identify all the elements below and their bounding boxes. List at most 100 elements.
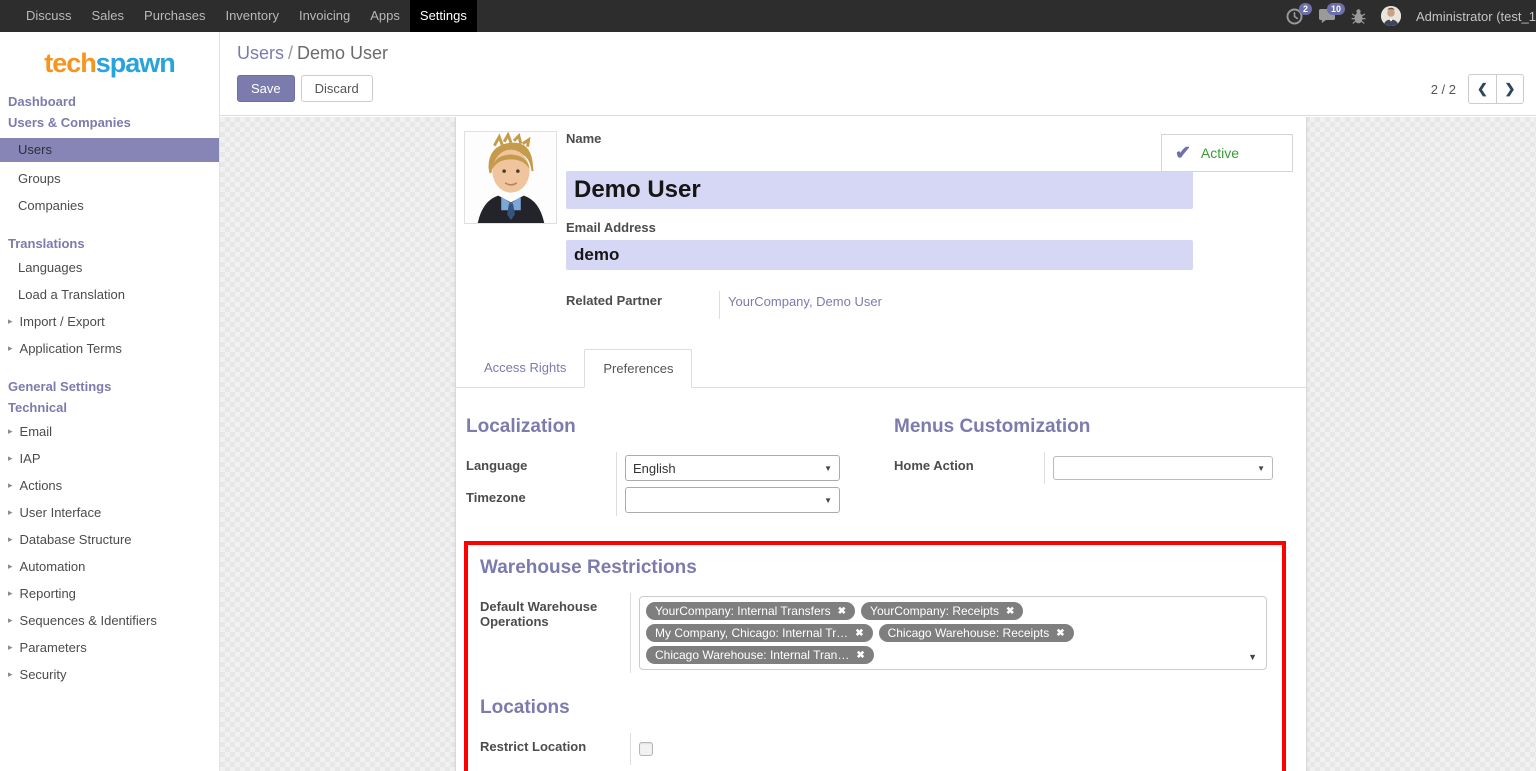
user-avatar[interactable] [1381, 6, 1401, 26]
nav-item-discuss[interactable]: Discuss [16, 0, 82, 32]
remove-tag-icon[interactable]: ✖ [855, 628, 863, 639]
remove-tag-icon[interactable]: ✖ [856, 650, 864, 661]
settings-sidebar: techspawn Dashboard Users & Companies Us… [0, 32, 220, 771]
user-menu[interactable]: Administrator (test_11 [1416, 9, 1536, 24]
remove-tag-icon[interactable]: ✖ [1056, 628, 1064, 639]
breadcrumb-current: Demo User [297, 43, 388, 63]
name-input[interactable]: Demo User [566, 171, 1193, 209]
remove-tag-icon[interactable]: ✖ [838, 606, 846, 617]
sidebar-item-parameters[interactable]: ▸Parameters [0, 634, 219, 661]
default-warehouse-operations-label: Default Warehouse Operations [480, 593, 630, 673]
language-select[interactable]: English ▼ [625, 455, 840, 481]
sidebar-item-general-settings[interactable]: General Settings [0, 376, 219, 397]
sidebar-item-import-export[interactable]: ▸Import / Export [0, 308, 219, 335]
bug-icon[interactable] [1351, 8, 1366, 25]
localization-section: Localization Language English ▼ Timezone [466, 416, 868, 516]
locations-title: Locations [480, 697, 1270, 719]
nav-item-apps[interactable]: Apps [360, 0, 410, 32]
sidebar-item-actions[interactable]: ▸Actions [0, 472, 219, 499]
warehouse-restrictions-title: Warehouse Restrictions [480, 557, 1270, 579]
language-row: Language English ▼ [466, 452, 868, 484]
sidebar-item-companies[interactable]: Companies [0, 192, 219, 219]
warehouse-tag: My Company, Chicago: Internal Tr…✖ [646, 624, 873, 642]
logo-text-spawn: spawn [96, 48, 175, 78]
sidebar-item-database-structure[interactable]: ▸Database Structure [0, 526, 219, 553]
timezone-select[interactable]: ▼ [625, 487, 840, 513]
remove-tag-icon[interactable]: ✖ [1006, 606, 1014, 617]
sidebar-item-email[interactable]: ▸ Email [0, 418, 219, 445]
chevron-down-icon[interactable]: ▼ [1248, 652, 1257, 662]
form-buttons: Save Discard [237, 75, 373, 102]
restrict-location-checkbox[interactable] [639, 742, 653, 756]
menus-customization-title: Menus Customization [894, 416, 1296, 438]
sidebar-item-label: Email [20, 424, 53, 439]
company-logo[interactable]: techspawn [0, 32, 219, 91]
sidebar-item-users-companies[interactable]: Users & Companies [0, 112, 219, 133]
chevron-right-icon: ▸ [8, 642, 13, 653]
sidebar-item-translations[interactable]: Translations [0, 233, 219, 254]
sidebar-item-iap[interactable]: ▸ IAP [0, 445, 219, 472]
messages-bubble-icon[interactable]: 10 [1318, 8, 1336, 24]
active-toggle[interactable]: ✔ Active [1161, 134, 1293, 172]
sidebar-item-users[interactable]: Users [0, 138, 219, 162]
sidebar-item-application-terms[interactable]: ▸ Application Terms [0, 335, 219, 362]
sidebar-item-label: Application Terms [20, 341, 122, 356]
user-form-sheet: ✔ Active Name Demo User Email Address de… [455, 117, 1307, 771]
default-warehouse-operations-row: Default Warehouse Operations YourCompany… [480, 593, 1270, 673]
sidebar-item-dashboard[interactable]: Dashboard [0, 91, 219, 112]
chevron-down-icon: ▼ [824, 496, 832, 505]
warehouse-restrictions-section: Warehouse Restrictions Default Warehouse… [480, 557, 1270, 673]
tab-preferences[interactable]: Preferences [584, 349, 692, 388]
save-button[interactable]: Save [237, 75, 295, 102]
chevron-right-icon: ▸ [8, 561, 13, 572]
activity-count-badge: 2 [1299, 3, 1312, 15]
highlight-red-box: Warehouse Restrictions Default Warehouse… [464, 541, 1286, 771]
timezone-label: Timezone [466, 484, 616, 516]
email-input[interactable]: demo [566, 240, 1193, 270]
breadcrumb-users-link[interactable]: Users [237, 43, 284, 63]
logo-text-tech: tech [44, 48, 96, 78]
chevron-right-icon: ▸ [8, 453, 13, 464]
nav-item-invoicing[interactable]: Invoicing [289, 0, 360, 32]
chevron-right-icon: ▸ [8, 343, 13, 354]
nav-item-inventory[interactable]: Inventory [215, 0, 288, 32]
nav-item-settings[interactable]: Settings [410, 0, 477, 32]
pager-previous-button[interactable]: ❮ [1468, 74, 1496, 104]
user-photo[interactable] [464, 131, 557, 224]
sidebar-item-sequences-identifiers[interactable]: ▸Sequences & Identifiers [0, 607, 219, 634]
chevron-right-icon: ▸ [8, 480, 13, 491]
message-count-badge: 10 [1327, 3, 1345, 15]
warehouse-tag: Chicago Warehouse: Internal Tran… ✖ [646, 646, 874, 664]
tab-access-rights[interactable]: Access Rights [466, 349, 584, 387]
related-partner-link[interactable]: YourCompany, Demo User [728, 294, 882, 309]
sidebar-item-languages[interactable]: Languages [0, 254, 219, 281]
chevron-right-icon: ▸ [8, 534, 13, 545]
warehouse-tag: Chicago Warehouse: Receipts✖ [879, 624, 1074, 642]
main-content: ✔ Active Name Demo User Email Address de… [220, 117, 1536, 771]
active-label: Active [1201, 145, 1239, 161]
nav-item-sales[interactable]: Sales [82, 0, 135, 32]
sidebar-item-reporting[interactable]: ▸Reporting [0, 580, 219, 607]
tag-label: Chicago Warehouse: Internal Tran… [655, 648, 849, 662]
discard-button[interactable]: Discard [301, 75, 373, 102]
sidebar-item-technical[interactable]: Technical [0, 397, 219, 418]
home-action-label: Home Action [894, 452, 1044, 484]
sidebar-item-label: IAP [20, 451, 41, 466]
nav-item-purchases[interactable]: Purchases [134, 0, 215, 32]
sidebar-item-label: Reporting [20, 586, 76, 601]
related-partner-label: Related Partner [566, 291, 719, 319]
pager-next-button[interactable]: ❯ [1496, 74, 1524, 104]
sidebar-item-user-interface[interactable]: ▸User Interface [0, 499, 219, 526]
sidebar-item-load-translation[interactable]: Load a Translation [0, 281, 219, 308]
sidebar-item-groups[interactable]: Groups [0, 165, 219, 192]
sidebar-item-automation[interactable]: ▸Automation [0, 553, 219, 580]
tag-label: YourCompany: Receipts [870, 604, 999, 618]
sidebar-item-security[interactable]: ▸Security [0, 661, 219, 688]
chevron-right-icon: ▸ [8, 426, 13, 437]
warehouse-operations-tags-field[interactable]: YourCompany: Internal Transfers✖ YourCom… [639, 596, 1267, 670]
sidebar-item-label: Security [20, 667, 67, 682]
chevron-down-icon: ▼ [824, 464, 832, 473]
home-action-combobox[interactable]: ▼ [1053, 456, 1273, 480]
activity-clock-icon[interactable]: 2 [1286, 8, 1303, 25]
record-pager: 2 / 2 ❮ ❯ [1431, 74, 1524, 104]
